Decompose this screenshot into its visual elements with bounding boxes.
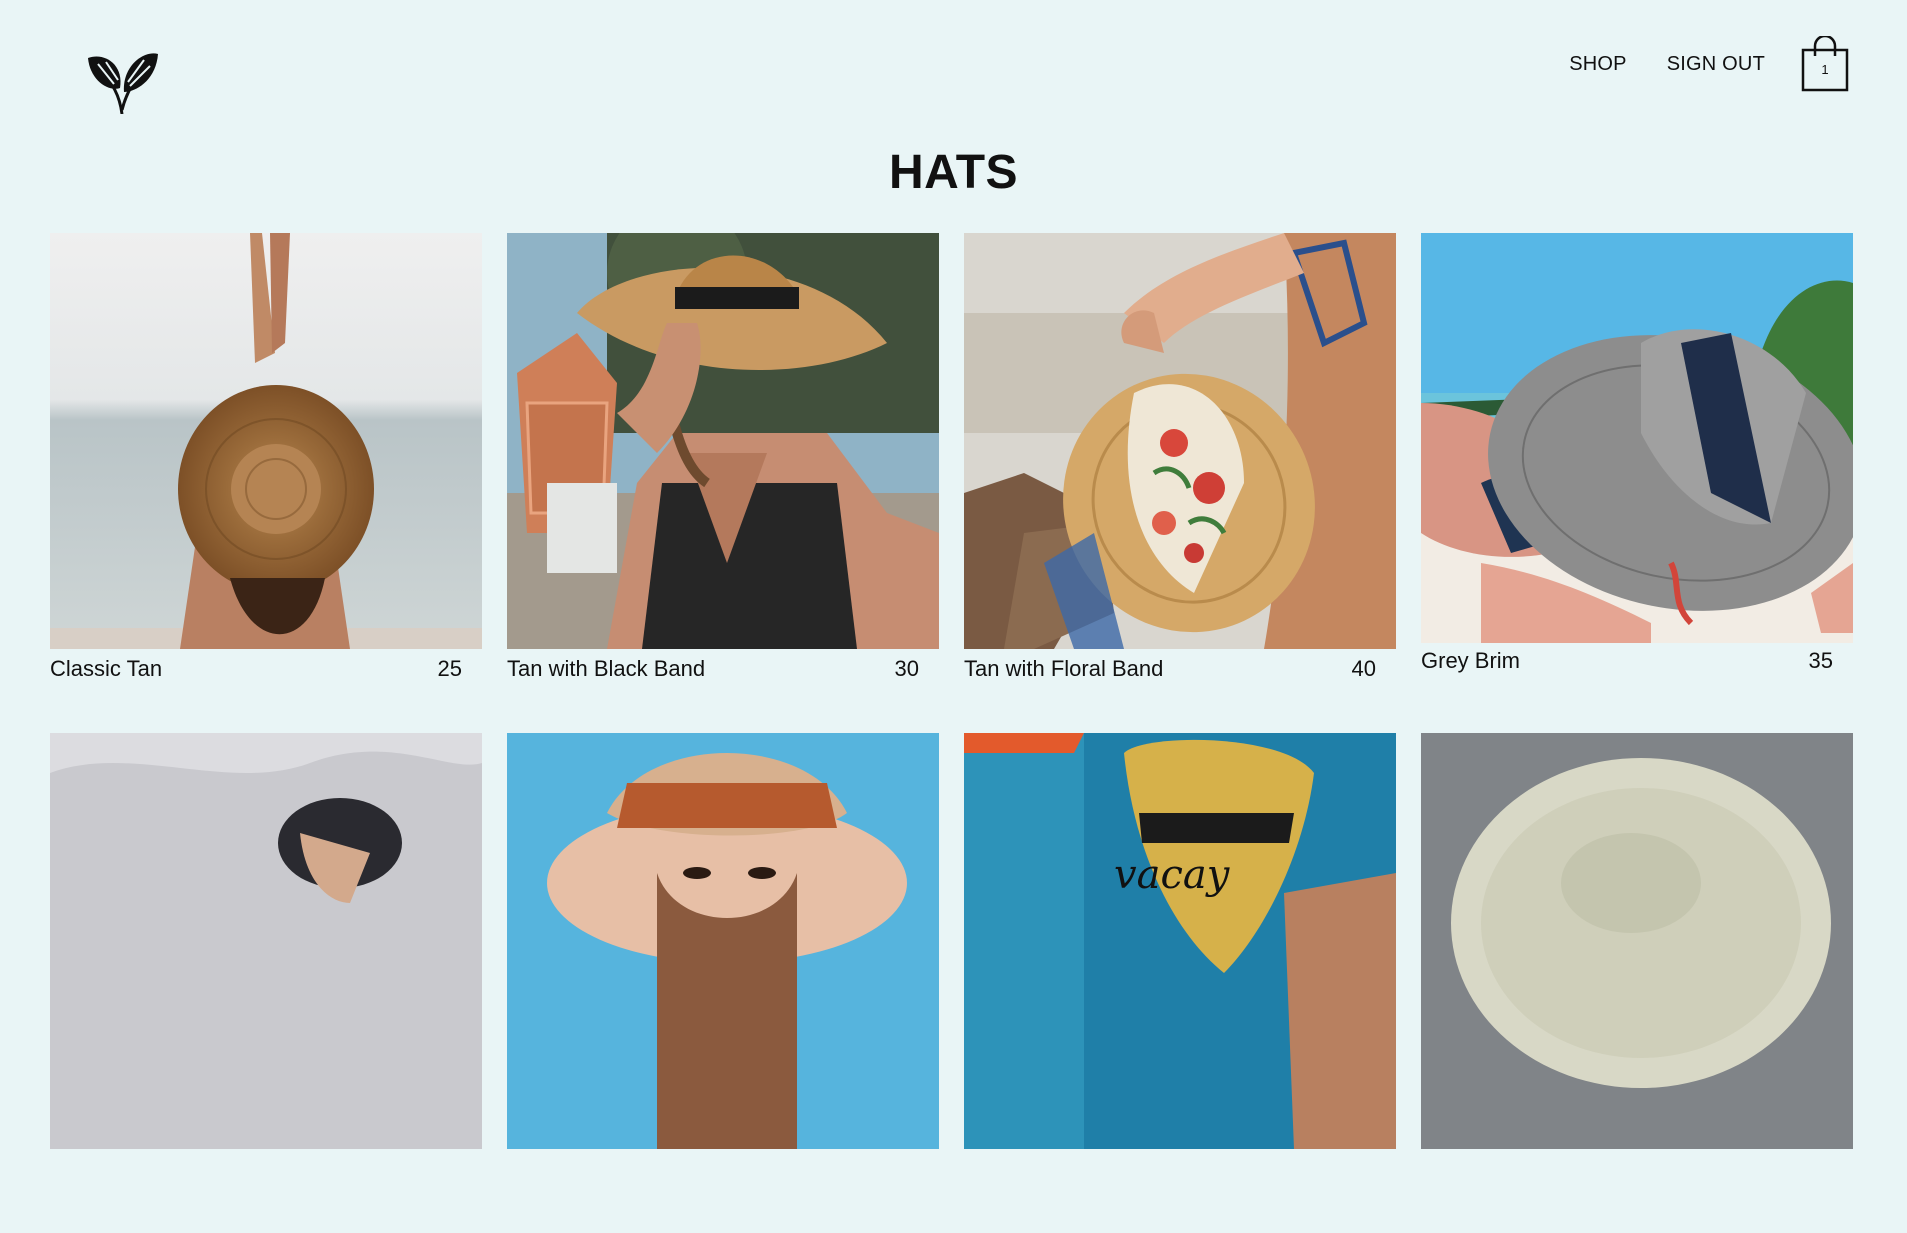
product-name: Tan with Floral Band	[964, 656, 1164, 681]
product-image[interactable]	[50, 733, 482, 1149]
product-price: 35	[1808, 648, 1833, 673]
product-card[interactable]	[507, 733, 939, 1233]
main-nav: SHOP SIGN OUT 1	[1529, 36, 1849, 92]
site-header: SHOP SIGN OUT 1	[0, 0, 1907, 120]
svg-text:vacay: vacay	[1114, 852, 1231, 898]
brand-logo[interactable]	[84, 52, 162, 115]
product-card[interactable]	[1421, 733, 1853, 1233]
product-card[interactable]: Classic Tan 25	[50, 233, 482, 733]
product-price: 25	[437, 656, 462, 681]
product-info: Classic Tan 25	[50, 649, 482, 689]
cart-button[interactable]: 1	[1801, 36, 1849, 92]
product-image-grey-brim[interactable]	[1421, 233, 1853, 643]
product-info: Tan with Black Band 30	[507, 649, 939, 689]
product-image-tan-with-floral-band[interactable]	[964, 233, 1396, 649]
product-card[interactable]: Grey Brim 35	[1421, 233, 1853, 733]
nav-shop-link[interactable]: SHOP	[1569, 53, 1626, 76]
product-card[interactable]: Tan with Black Band 30	[507, 233, 939, 733]
product-card[interactable]: vacay	[964, 733, 1396, 1233]
nav-sign-out-link[interactable]: SIGN OUT	[1667, 53, 1765, 76]
product-price: 30	[894, 656, 919, 681]
product-info: Grey Brim 35	[1421, 643, 1853, 679]
leaf-logo-icon	[88, 53, 158, 115]
product-image[interactable]	[507, 733, 939, 1149]
product-image[interactable]: vacay	[964, 733, 1396, 1149]
product-image-classic-tan[interactable]	[50, 233, 482, 649]
product-name: Tan with Black Band	[507, 656, 706, 681]
product-info: Tan with Floral Band 40	[964, 649, 1396, 689]
cart-count-badge: 1	[1821, 62, 1829, 77]
product-card[interactable]	[50, 733, 482, 1233]
product-grid: Classic Tan 25 Tan with Black Band 30 Ta…	[50, 233, 1854, 1233]
product-image[interactable]	[1421, 733, 1853, 1149]
page-title: HATS	[888, 146, 1019, 199]
product-name: Classic Tan	[50, 656, 163, 681]
product-price: 40	[1351, 656, 1376, 681]
product-name: Grey Brim	[1421, 648, 1520, 673]
product-image-tan-with-black-band[interactable]	[507, 233, 939, 649]
product-card[interactable]: Tan with Floral Band 40	[964, 233, 1396, 733]
